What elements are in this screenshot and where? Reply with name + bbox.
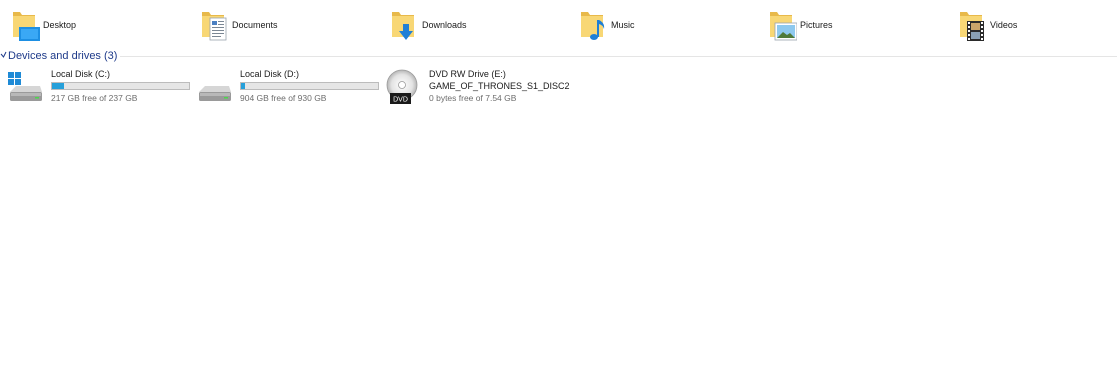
drive-name: DVD RW Drive (E:)	[429, 69, 506, 79]
volume-label: GAME_OF_THRONES_S1_DISC2	[429, 81, 570, 91]
drive-e[interactable]: DVD DVD RW Drive (E:) GAME_OF_THRONES_S1…	[384, 68, 584, 108]
hard-drive-icon	[199, 86, 231, 101]
windows-system-drive-icon	[8, 72, 42, 101]
pictures-folder-icon	[770, 12, 797, 41]
devices-and-drives-group-header[interactable]: Devices and drives (3)	[0, 48, 1117, 64]
dvd-icon-text: DVD	[393, 97, 408, 104]
free-space-text: 904 GB free of 930 GB	[240, 93, 327, 103]
capacity-bar-fill	[52, 83, 64, 89]
folder-videos[interactable]: Videos	[957, 8, 1097, 42]
chevron-down-icon[interactable]	[0, 51, 7, 60]
folder-documents[interactable]: Documents	[199, 8, 339, 42]
folder-music[interactable]: Music	[578, 8, 718, 42]
videos-folder-icon	[960, 12, 984, 41]
free-space-text: 217 GB free of 237 GB	[51, 93, 138, 103]
capacity-bar	[240, 82, 379, 90]
folder-label: Music	[611, 20, 635, 30]
this-pc-view: Desktop Documents Downloads Music Pictur…	[0, 0, 1117, 384]
folder-label: Videos	[990, 20, 1018, 30]
downloads-folder-icon	[392, 12, 414, 40]
folder-label: Downloads	[422, 20, 467, 30]
capacity-bar	[51, 82, 190, 90]
capacity-bar-fill	[241, 83, 245, 89]
folder-pictures[interactable]: Pictures	[767, 8, 907, 42]
group-title: Devices and drives (3)	[8, 50, 118, 62]
documents-folder-icon	[202, 12, 227, 41]
group-divider	[120, 56, 1117, 57]
drive-c[interactable]: Local Disk (C:) 217 GB free of 237 GB	[6, 68, 190, 108]
folder-label: Desktop	[43, 20, 77, 30]
drive-name: Local Disk (D:)	[240, 69, 300, 79]
folder-label: Documents	[232, 20, 278, 30]
music-folder-icon	[581, 12, 605, 40]
drive-name: Local Disk (C:)	[51, 69, 111, 79]
drive-d[interactable]: Local Disk (D:) 904 GB free of 930 GB	[195, 68, 379, 108]
desktop-folder-icon	[13, 12, 40, 41]
folder-desktop[interactable]: Desktop	[10, 8, 150, 42]
folder-label: Pictures	[800, 20, 833, 30]
folder-downloads[interactable]: Downloads	[389, 8, 529, 42]
free-space-text: 0 bytes free of 7.54 GB	[429, 93, 517, 103]
dvd-drive-icon: DVD	[386, 69, 418, 104]
